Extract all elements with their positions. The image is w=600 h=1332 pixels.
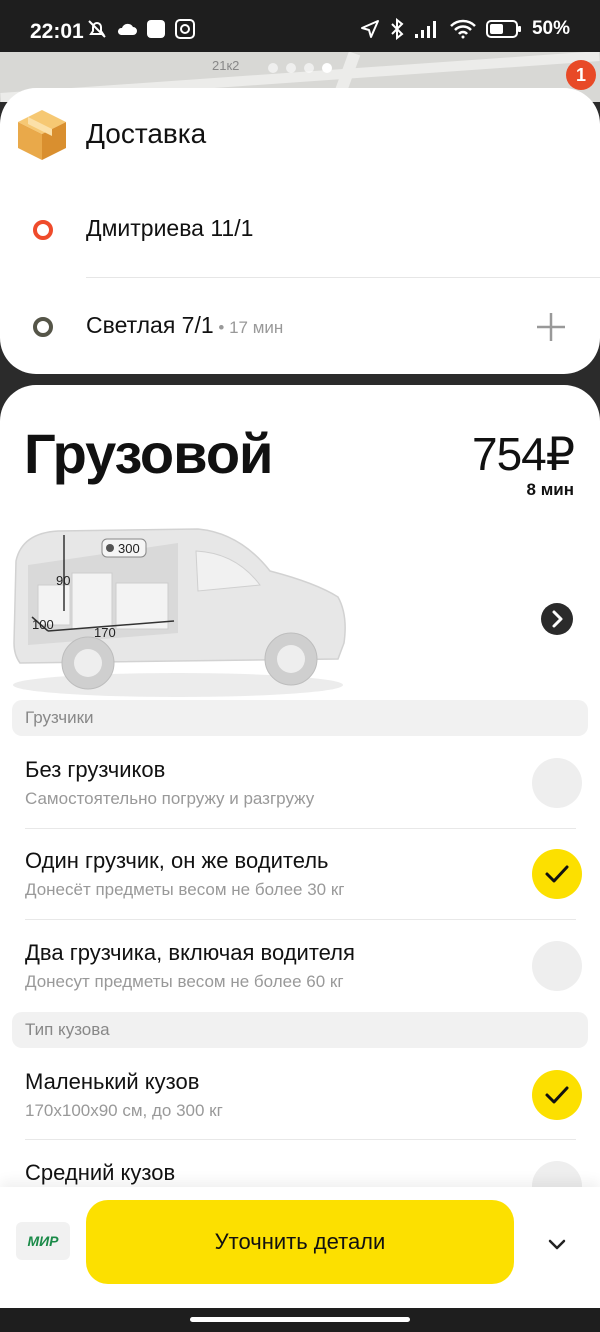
service-title[interactable]: Доставка — [86, 118, 206, 150]
page-dot[interactable] — [304, 63, 314, 73]
status-right-icons: 50% — [360, 18, 570, 40]
tariff-eta: 8 мин — [526, 480, 574, 499]
status-bar: 22:01 50% — [0, 0, 600, 52]
chevron-right-icon[interactable] — [541, 603, 573, 635]
destination-eta: • 17 мин — [213, 318, 284, 337]
option-title: Без грузчиков — [25, 757, 166, 782]
option-no-loaders[interactable]: Без грузчиков Самостоятельно погружу и р… — [0, 757, 600, 848]
section-header-loaders: Грузчики — [12, 700, 588, 736]
option-radio-checked[interactable] — [532, 849, 582, 899]
option-radio-checked[interactable] — [532, 1070, 582, 1120]
point-a-icon — [33, 220, 53, 240]
wifi-icon — [450, 19, 476, 39]
option-title: Два грузчика, включая водителя — [25, 940, 355, 965]
divider — [25, 1139, 576, 1140]
map-building-label: 21к2 — [212, 58, 240, 73]
divider — [25, 828, 576, 829]
destination-address[interactable]: Светлая 7/1 • 17 мин — [86, 312, 283, 339]
option-title: Средний кузов — [25, 1160, 176, 1185]
van-length-label: 170 — [94, 625, 116, 640]
alarm-icon — [175, 19, 195, 39]
tariff-price: 754₽ — [471, 428, 575, 480]
section-header-body-type: Тип кузова — [12, 1012, 588, 1048]
tariff-sheet: Грузовой 754₽ 8 мин 300 90 100 170 Грузч… — [0, 385, 600, 1305]
chevron-down-icon[interactable] — [540, 1227, 574, 1261]
app-square-icon — [147, 20, 165, 38]
status-time: 22:01 — [30, 20, 84, 43]
location-icon — [360, 20, 379, 38]
van-width-label: 100 — [32, 617, 54, 632]
van-illustration: 300 90 100 170 — [13, 528, 346, 697]
payment-method-button[interactable]: МИР — [16, 1222, 70, 1260]
pickup-address[interactable]: Дмитриева 11/1 — [86, 215, 253, 242]
divider — [25, 919, 576, 920]
notification-badge[interactable]: 1 — [566, 60, 596, 90]
option-subtitle: Донесёт предметы весом не более 30 кг — [25, 880, 345, 899]
option-title: Маленький кузов — [25, 1069, 200, 1094]
battery-percent: 50% — [531, 18, 570, 39]
option-small-body[interactable]: Маленький кузов 170x100x90 см, до 300 кг — [0, 1069, 600, 1160]
page-dot[interactable] — [268, 63, 278, 73]
destination-address-text: Светлая 7/1 — [86, 312, 214, 338]
van-weight-label: 300 — [118, 541, 140, 556]
option-subtitle: 170x100x90 см, до 300 кг — [25, 1101, 223, 1120]
page-dot-active[interactable] — [322, 63, 332, 73]
divider — [86, 277, 600, 278]
box-icon — [18, 110, 66, 160]
plus-icon[interactable] — [534, 310, 568, 344]
battery-icon — [485, 20, 521, 38]
option-title: Один грузчик, он же водитель — [25, 848, 329, 873]
payment-card-label: МИР — [27, 1233, 59, 1249]
option-subtitle: Донесут предметы весом не более 60 кг — [25, 972, 344, 991]
home-indicator[interactable] — [190, 1317, 410, 1322]
cloud-icon — [117, 23, 137, 35]
point-b-icon — [33, 317, 53, 337]
page-dot[interactable] — [286, 63, 296, 73]
specify-details-button[interactable]: Уточнить детали — [86, 1200, 514, 1284]
van-height-label: 90 — [56, 573, 70, 588]
checkmark-icon — [545, 1086, 569, 1104]
status-left-icons — [86, 18, 196, 40]
tariff-name: Грузовой — [24, 422, 273, 485]
page-indicator — [268, 63, 332, 73]
signal-icon — [414, 21, 436, 38]
option-radio[interactable] — [532, 941, 582, 991]
bottom-bar: МИР Уточнить детали — [0, 1187, 600, 1308]
option-radio[interactable] — [532, 758, 582, 808]
muted-bell-icon — [88, 20, 106, 38]
option-one-loader[interactable]: Один грузчик, он же водитель Донесёт пре… — [0, 848, 600, 939]
bluetooth-icon — [391, 18, 404, 40]
option-subtitle: Самостоятельно погружу и разгружу — [25, 789, 315, 808]
checkmark-icon — [545, 865, 569, 883]
